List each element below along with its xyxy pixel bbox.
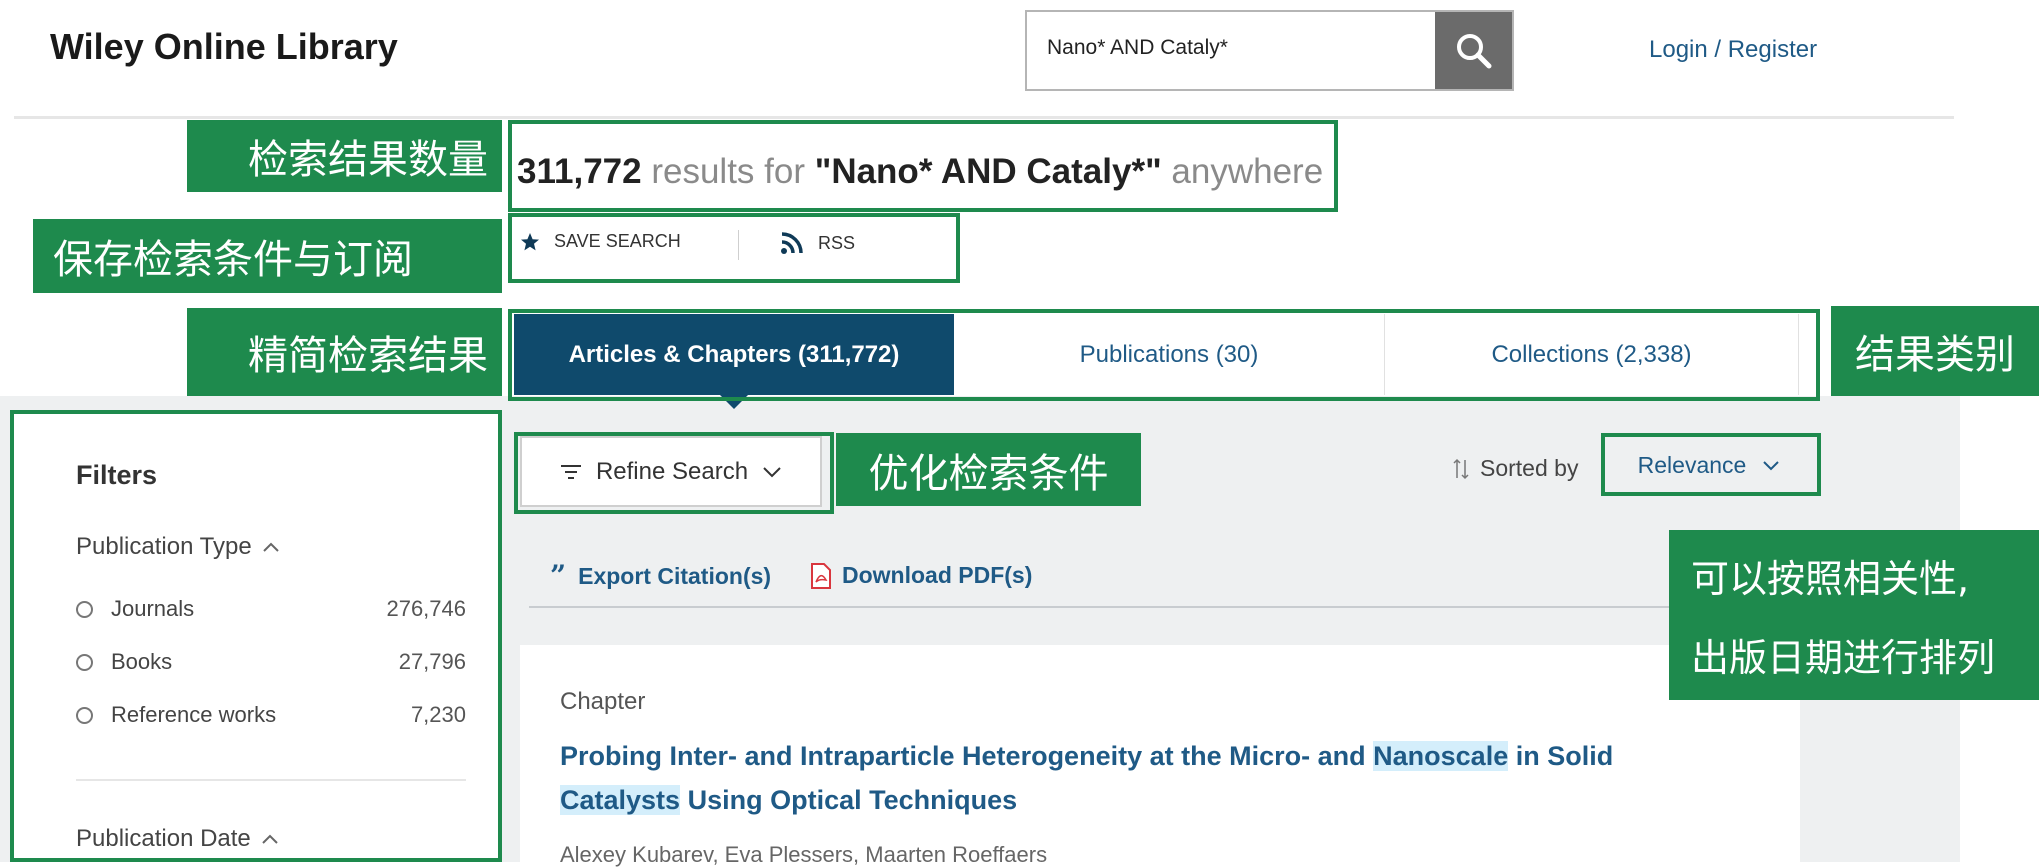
- search-icon: [1456, 33, 1491, 68]
- annotation-sort-options: 可以按照相关性, 出版日期进行排列: [1669, 530, 2039, 700]
- search-button[interactable]: [1435, 12, 1512, 89]
- annotation-save-subscribe: 保存检索条件与订阅: [33, 219, 502, 293]
- result-title-link[interactable]: Probing Inter- and Intraparticle Heterog…: [560, 734, 1760, 822]
- annotation-sort-line-2: 出版日期进行排列: [1691, 636, 1996, 680]
- highlight-tabs: [508, 309, 1820, 401]
- highlight-sort: [1601, 433, 1821, 496]
- highlight-refine: [514, 432, 834, 514]
- download-pdf-button[interactable]: Download PDF(s): [810, 562, 1032, 589]
- title-text: Probing Inter- and Intraparticle Heterog…: [560, 741, 1366, 771]
- result-type: Chapter: [560, 688, 646, 715]
- title-text: in Solid: [1515, 741, 1614, 771]
- header-divider: [14, 116, 1954, 119]
- toolbar-divider: [529, 606, 1789, 608]
- search-box: [1025, 10, 1514, 91]
- annotation-optimize-search: 优化检索条件: [836, 433, 1141, 506]
- export-citation-button[interactable]: ” Export Citation(s): [550, 562, 771, 590]
- sort-label: Sorted by: [1452, 455, 1578, 482]
- title-highlight: Nanoscale: [1373, 741, 1509, 771]
- download-pdf-label: Download PDF(s): [842, 562, 1033, 588]
- highlight-save-rss: [508, 213, 960, 283]
- quote-icon: ”: [550, 559, 567, 592]
- pdf-icon: [811, 562, 831, 589]
- annotation-refine-results: 精简检索结果: [187, 308, 502, 396]
- annotation-result-category: 结果类别: [1831, 306, 2039, 396]
- annotation-sort-line-1: 可以按照相关性,: [1691, 557, 1970, 601]
- search-input[interactable]: [1047, 36, 1427, 60]
- annotation-result-count: 检索结果数量: [187, 120, 502, 192]
- title-text: Using Optical Techniques: [687, 785, 1018, 815]
- sorted-by-text: Sorted by: [1480, 455, 1579, 481]
- site-logo[interactable]: Wiley Online Library: [50, 26, 398, 68]
- highlight-filters: [10, 410, 502, 862]
- sort-icon: [1453, 458, 1469, 479]
- result-authors: Alexey Kubarev, Eva Plessers, Maarten Ro…: [560, 842, 1048, 867]
- highlight-result-count: [508, 120, 1338, 212]
- login-register-link[interactable]: Login / Register: [1649, 36, 1817, 64]
- title-highlight: Catalysts: [560, 785, 681, 815]
- export-citation-label: Export Citation(s): [578, 562, 772, 589]
